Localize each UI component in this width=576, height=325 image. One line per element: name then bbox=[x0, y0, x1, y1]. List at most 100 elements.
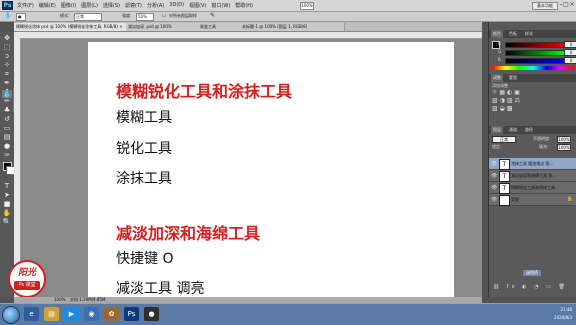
brush-tool-icon[interactable]: ✏ bbox=[2, 97, 12, 105]
media-player-icon[interactable]: ▶ bbox=[64, 307, 79, 321]
adjustment-icons-row3[interactable]: ▨◒▩ bbox=[492, 106, 515, 112]
layer-actions-icons[interactable]: ⛓ fx ◐ ◔ ▭ 🗑 bbox=[493, 284, 568, 290]
adjustment-icons-row1[interactable]: ☼▦◐▣ bbox=[492, 90, 522, 96]
strength-input[interactable]: 50% bbox=[136, 13, 154, 21]
visibility-eye-icon[interactable]: 👁 bbox=[491, 197, 497, 203]
menu-filter[interactable]: 滤镜(T) bbox=[125, 2, 142, 9]
mode-label: 模式: bbox=[60, 13, 70, 18]
tab-gradient[interactable]: 渐变工具 bbox=[198, 23, 243, 31]
folder-icon[interactable]: ▤ bbox=[44, 307, 59, 321]
text-shortcut-o: 快捷键 O bbox=[116, 251, 174, 267]
menu-image[interactable]: 图像(I) bbox=[61, 2, 76, 9]
photoshop-taskbar-icon[interactable]: Ps bbox=[124, 307, 139, 321]
layer-row[interactable]: 👁 T 减淡加深和海绵工具 快… bbox=[489, 170, 576, 182]
visibility-eye-icon[interactable]: 👁 bbox=[491, 185, 497, 191]
tab-color[interactable]: 颜色 bbox=[491, 30, 503, 38]
eyedropper-tool-icon[interactable]: ✒ bbox=[2, 79, 12, 87]
qq-browser-icon[interactable]: ◉ bbox=[84, 307, 99, 321]
menu-analysis[interactable]: 分析(A) bbox=[147, 2, 164, 9]
channel-r-value[interactable]: 0 bbox=[564, 41, 576, 48]
layer-name: 背景 bbox=[511, 197, 519, 202]
blur-tool-preset-icon[interactable]: 💧 bbox=[4, 13, 11, 19]
channel-g-value[interactable]: 0 bbox=[564, 49, 576, 56]
menu-3d[interactable]: 3D(D) bbox=[169, 2, 184, 9]
workspace-select[interactable]: 基本功能 bbox=[532, 2, 558, 10]
visibility-eye-icon[interactable]: 👁 bbox=[491, 173, 497, 179]
history-brush-tool-icon[interactable]: ↺ bbox=[2, 115, 12, 123]
lock-label: 锁定: bbox=[492, 144, 502, 149]
obs-recorder-icon[interactable]: ● bbox=[144, 307, 159, 321]
tab-channels[interactable]: 通道 bbox=[507, 126, 519, 134]
windows-taskbar: e ▤ ▶ ◉ ✿ Ps ● 21:46 2020/8/3 bbox=[0, 303, 576, 325]
tab-paths[interactable]: 路径 bbox=[523, 126, 535, 134]
channel-r-slider[interactable] bbox=[505, 42, 567, 48]
opacity-input[interactable]: 100% bbox=[557, 136, 571, 143]
channel-g-slider[interactable] bbox=[505, 50, 567, 56]
layer-row[interactable]: 👁 T 模糊锐化工具和涂抹工具 bbox=[489, 182, 576, 194]
channel-b-slider[interactable] bbox=[505, 58, 567, 64]
close-icon[interactable]: × bbox=[569, 1, 575, 9]
horizontal-ruler bbox=[14, 32, 482, 39]
shape-tool-icon[interactable]: ■ bbox=[2, 200, 12, 208]
crop-tool-icon[interactable]: ⌗ bbox=[2, 70, 12, 78]
visibility-eye-icon[interactable]: 👁 bbox=[491, 161, 497, 167]
vertical-ruler bbox=[14, 38, 21, 297]
brush-size-picker[interactable]: ● bbox=[16, 13, 26, 21]
menu-file[interactable]: 文件(F) bbox=[17, 2, 34, 9]
tab-layers[interactable]: 图层 bbox=[491, 126, 503, 134]
document-tab-bar: 模糊锐化涂抹 psd @ 100% (模糊锐化涂抹工具, RGB/8) × 减淡… bbox=[14, 22, 482, 32]
gradient-tool-icon[interactable]: ▤ bbox=[2, 133, 12, 141]
clone-stamp-tool-icon[interactable]: ♣ bbox=[2, 106, 12, 114]
path-select-tool-icon[interactable]: ➤ bbox=[2, 191, 12, 199]
logo-subtitle: Ps 课堂 bbox=[14, 281, 40, 290]
menu-layer[interactable]: 图层(L) bbox=[81, 2, 98, 9]
color-spectrum-bar[interactable] bbox=[492, 66, 574, 70]
type-tool-icon[interactable]: T bbox=[2, 182, 12, 190]
hand-tool-icon[interactable]: ✋ bbox=[2, 209, 12, 217]
tab-masks[interactable]: 蒙版 bbox=[507, 74, 519, 82]
mini-bridge-button[interactable]: 迷你桥 bbox=[523, 270, 541, 276]
start-button-icon[interactable] bbox=[2, 306, 20, 324]
channel-b-value[interactable]: 0 bbox=[564, 57, 576, 64]
quick-select-tool-icon[interactable]: ✧ bbox=[2, 61, 12, 69]
move-tool-icon[interactable]: ✥ bbox=[2, 34, 12, 42]
tab-adjustments[interactable]: 调整 bbox=[491, 74, 503, 82]
app-icon[interactable]: ✿ bbox=[104, 307, 119, 321]
fill-input[interactable]: 100% bbox=[557, 144, 571, 151]
menu-select[interactable]: 选择(S) bbox=[103, 2, 120, 9]
toolbox: ✥ ⬚ ↄ ✧ ⌗ ✒ ✚ ✏ ♣ ↺ ▭ ▤ 💧 ● ✑ T ➤ ■ ✋ 🔍 bbox=[0, 32, 15, 297]
dodge-tool-icon[interactable]: ● bbox=[2, 142, 12, 150]
text-dodge-tool: 减淡工具 调亮 bbox=[116, 281, 205, 297]
mode-select[interactable]: 正常 bbox=[74, 13, 102, 21]
zoom-tool-icon[interactable]: 🔍 bbox=[2, 218, 12, 226]
clock-time: 21:46 bbox=[560, 307, 572, 312]
layers-panel-tabs: 图层 通道 路径 bbox=[489, 126, 576, 134]
eraser-tool-icon[interactable]: ▭ bbox=[2, 124, 12, 132]
lasso-tool-icon[interactable]: ↄ bbox=[2, 52, 12, 60]
blend-mode-select[interactable]: 正常 bbox=[492, 136, 516, 143]
pen-tool-icon[interactable]: ✑ bbox=[2, 151, 12, 159]
tab-blur-sharpen-smudge[interactable]: 模糊锐化涂抹 psd @ 100% (模糊锐化涂抹工具, RGB/8) × bbox=[14, 23, 129, 31]
logo-title: 阳光 bbox=[17, 268, 36, 278]
menu-edit[interactable]: 编辑(E) bbox=[39, 2, 56, 9]
tab-styles[interactable]: 样式 bbox=[523, 30, 535, 38]
pressure-icon[interactable]: ✎ bbox=[210, 13, 215, 19]
zoom-level-select[interactable]: 100% bbox=[300, 2, 314, 10]
menu-help[interactable]: 帮助(H) bbox=[235, 2, 253, 9]
text-smudge-tool: 涂抹工具 bbox=[116, 171, 172, 187]
tab-untitled[interactable]: 未标题-1 @ 100% (图层 1, RGB/8) bbox=[240, 23, 345, 31]
menu-window[interactable]: 窗口(W) bbox=[211, 2, 230, 9]
ie-browser-icon[interactable]: e bbox=[24, 307, 39, 321]
tab-swatches[interactable]: 色板 bbox=[507, 30, 519, 38]
marquee-tool-icon[interactable]: ⬚ bbox=[2, 43, 12, 51]
sample-all-layers-checkbox[interactable]: ☐ bbox=[162, 13, 166, 19]
layer-row[interactable]: 👁 T 涂抹工具 缓加描边 图… bbox=[489, 158, 576, 170]
adjustment-icons-row2[interactable]: ▧◑▥⚖ bbox=[492, 98, 522, 104]
layer-row[interactable]: 👁 背景 🔒 bbox=[489, 194, 576, 206]
document-canvas[interactable]: 模糊锐化工具和涂抹工具 模糊工具 锐化工具 涂抹工具 减淡加深和海绵工具 快捷键… bbox=[88, 42, 454, 297]
opacity-label: 不透明度: bbox=[533, 136, 551, 141]
tab-dodge-burn[interactable]: 减淡加深 .psd @ 100% bbox=[126, 23, 201, 31]
blur-tool-icon[interactable]: 💧 bbox=[2, 90, 12, 98]
text-layer-thumbnail-icon: T bbox=[499, 183, 510, 194]
menu-view[interactable]: 视图(V) bbox=[189, 2, 206, 9]
